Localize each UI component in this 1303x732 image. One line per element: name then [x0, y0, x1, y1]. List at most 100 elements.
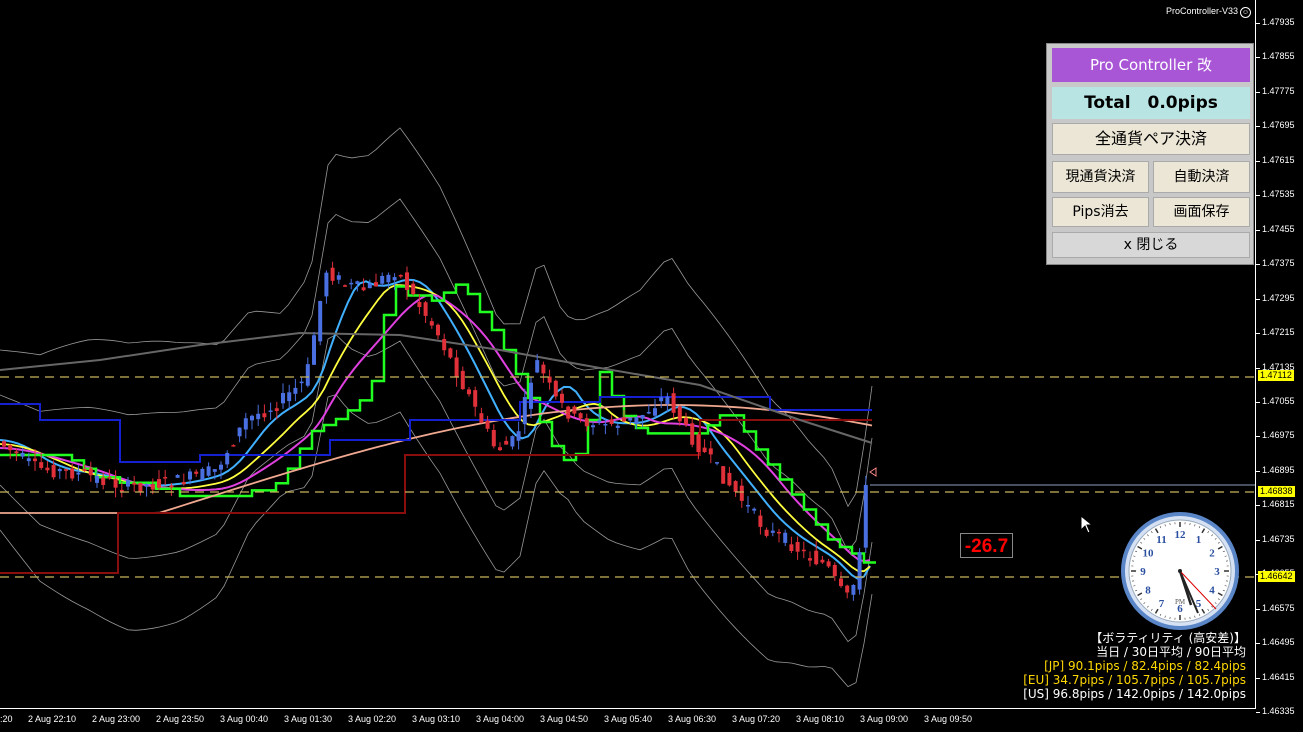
time-axis-label: 2 Aug 22:10 [28, 714, 77, 724]
clock-number: 8 [1145, 585, 1151, 597]
price-axis-label: 1.46815 [1262, 499, 1295, 510]
candle-body [491, 429, 496, 447]
price-axis-label: 1.46335 [1262, 706, 1295, 716]
price-axis-label: 1.47855 [1262, 51, 1295, 62]
candle-body [262, 413, 267, 418]
candle-body [609, 419, 614, 424]
candle-body [671, 393, 676, 413]
price-tag-lower: 1.46642 [1258, 571, 1295, 582]
candle-body [733, 481, 738, 492]
clear-pips-button[interactable]: Pips消去 [1052, 197, 1149, 227]
close-current-pair-button[interactable]: 現通貨決済 [1052, 161, 1149, 193]
candle-body [107, 476, 112, 479]
price-axis-label: 1.46735 [1262, 533, 1295, 544]
time-axis-label: 3 Aug 09:50 [924, 714, 973, 724]
close-panel-button[interactable]: x 閉じる [1052, 232, 1250, 258]
candle-body [237, 427, 242, 437]
candle-body [467, 389, 471, 395]
candle-body [200, 468, 205, 480]
candle-body [795, 542, 800, 552]
band-line [0, 127, 873, 508]
candle-body [45, 467, 50, 471]
candle-body [739, 485, 744, 501]
candle-body [460, 370, 465, 390]
candle-body [8, 444, 13, 451]
candle-body [39, 462, 44, 468]
candle-body [343, 285, 347, 287]
candle-body [231, 445, 236, 447]
candle-body [70, 468, 75, 479]
candle-body [541, 364, 546, 374]
candle-body [863, 485, 868, 548]
candle-body [312, 335, 316, 365]
price-axis-label: 1.46975 [1262, 430, 1295, 441]
candle-body [82, 468, 87, 471]
candle-body [584, 418, 589, 427]
candle-body [2, 441, 6, 447]
candle-body [188, 471, 192, 480]
candle-body [181, 481, 186, 485]
candle-body [653, 408, 657, 416]
close-all-pairs-button[interactable]: 全通貨ペア決済 [1052, 123, 1250, 155]
candle-body [727, 472, 732, 486]
candle-body [250, 415, 254, 421]
candle-body [374, 282, 378, 287]
ma-yellow-line [0, 284, 871, 573]
candle-body [801, 549, 806, 552]
ma-skyblue-line [0, 278, 871, 581]
candle-body [57, 468, 62, 472]
candle-body [113, 478, 118, 488]
candle-body [622, 417, 626, 422]
pro-controller-panel: Pro Controller 改 Total 0.0pips 全通貨ペア決済 現… [1046, 43, 1254, 265]
candle-body [702, 447, 707, 453]
candle-body [429, 321, 434, 326]
band-line [0, 394, 873, 688]
panel-title: Pro Controller 改 [1052, 48, 1250, 82]
candle-body [783, 532, 788, 543]
candle-body [76, 472, 81, 475]
candle-body [696, 434, 701, 453]
candle-body [330, 267, 335, 281]
candle-body [677, 406, 682, 422]
candle-body [417, 301, 422, 308]
price-tag-upper: 1.47112 [1258, 370, 1294, 381]
candle-body [504, 440, 509, 445]
clock-number: 10 [1142, 548, 1154, 560]
time-axis-label: 3 Aug 04:50 [540, 714, 589, 724]
candle-body [603, 423, 608, 426]
candle-body [392, 277, 397, 281]
candle-body [33, 458, 37, 462]
candle-body [88, 468, 93, 476]
candle-body [832, 564, 837, 577]
candle-body [752, 508, 757, 511]
clock-number: 1 [1196, 534, 1202, 546]
candle-body [690, 423, 695, 445]
candle-body [522, 397, 527, 425]
candle-body [721, 466, 726, 484]
price-axis-label: 1.47775 [1262, 85, 1295, 96]
time-axis-label: 3 Aug 03:10 [412, 714, 461, 724]
time-axis-label: 3 Aug 08:10 [796, 714, 845, 724]
auto-close-button[interactable]: 自動決済 [1153, 161, 1250, 193]
price-axis-label: 1.47295 [1262, 292, 1295, 303]
volatility-header: 当日 / 30日平均 / 90日平均 [1096, 645, 1246, 659]
price-axis-label: 1.46415 [1262, 671, 1295, 682]
candle-body [95, 475, 99, 483]
candle-body [851, 584, 856, 595]
candle-body [281, 393, 285, 404]
time-axis-label: 3 Aug 04:00 [476, 714, 525, 724]
clock-number: 3 [1214, 566, 1220, 578]
candle-body [324, 272, 329, 297]
candle-body [318, 301, 323, 342]
price-axis-label: 1.47375 [1262, 258, 1295, 269]
time-axis-label: 3 Aug 06:30 [668, 714, 717, 724]
save-screen-button[interactable]: 画面保存 [1153, 197, 1250, 227]
candle-body [14, 451, 19, 454]
candle-body [634, 416, 639, 425]
time-axis-label: :20 [0, 714, 13, 724]
candle-body [194, 471, 199, 474]
candle-body [132, 482, 137, 485]
candle-body [591, 425, 595, 428]
volatility-jp: [JP] 90.1pips / 82.4pips / 82.4pips [1044, 659, 1246, 673]
time-axis-label: 3 Aug 01:30 [284, 714, 333, 724]
